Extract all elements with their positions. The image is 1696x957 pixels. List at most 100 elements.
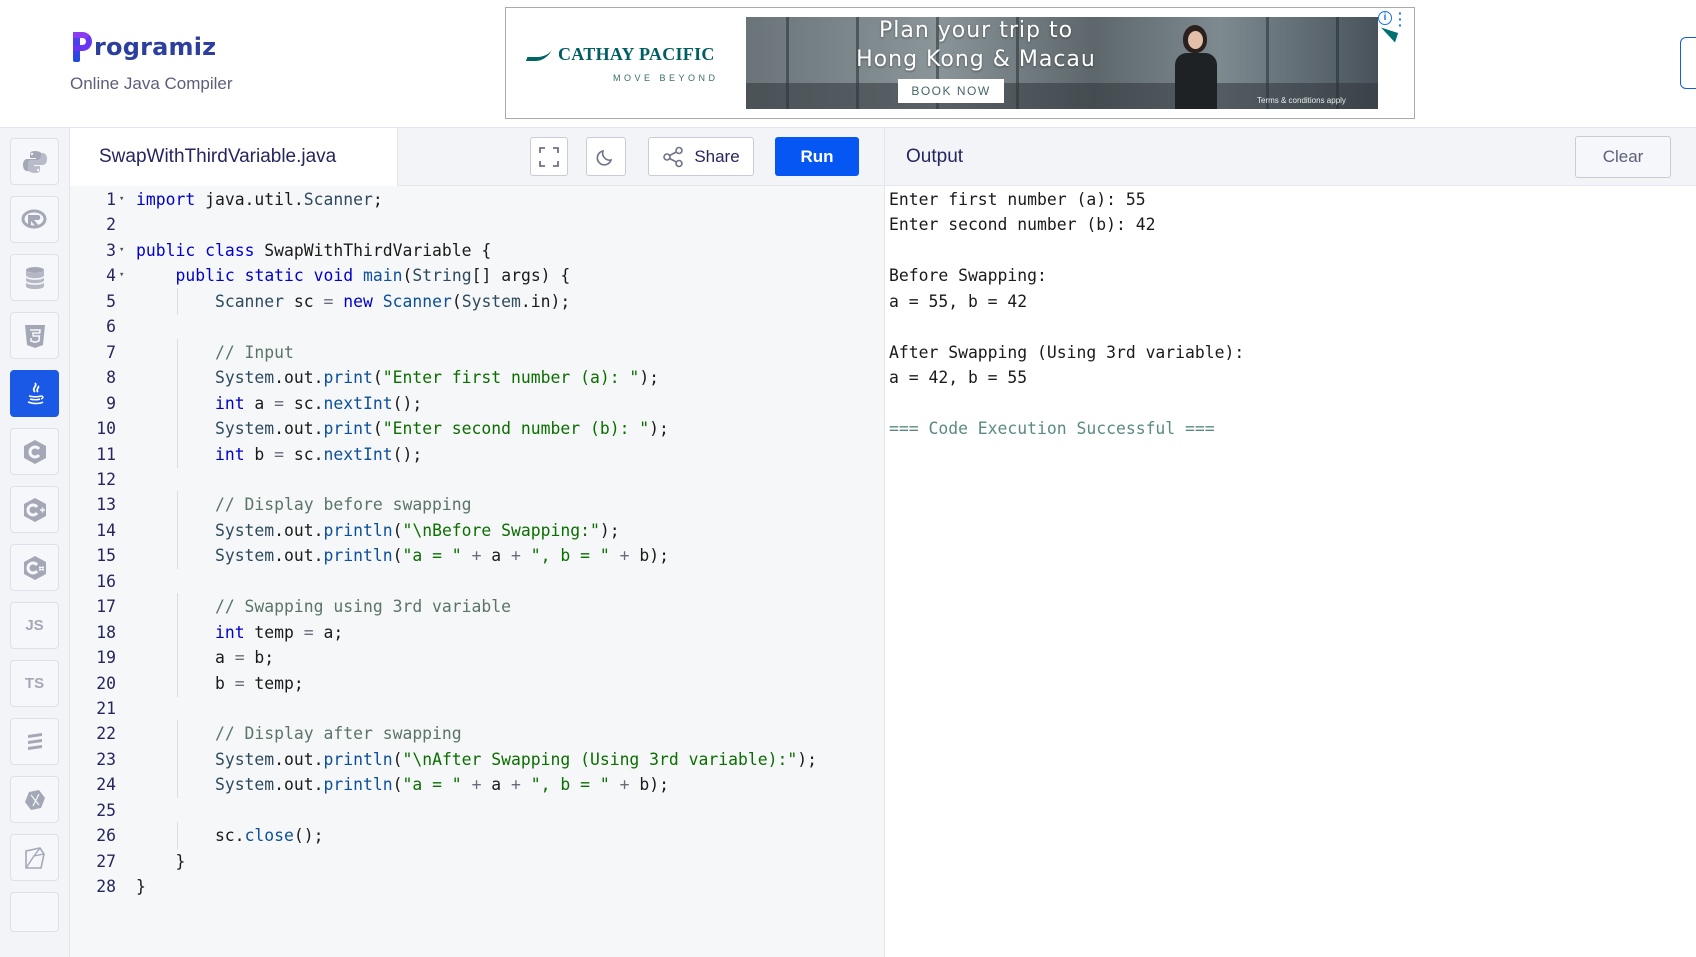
code-text: a = b; xyxy=(136,648,275,668)
line-number: 23 xyxy=(96,749,116,769)
code-line[interactable]: 20 b = temp; xyxy=(70,669,884,697)
clear-button[interactable]: Clear xyxy=(1575,136,1671,178)
code-line[interactable]: 14 System.out.println("\nBefore Swapping… xyxy=(70,516,884,544)
code-line[interactable]: 19 a = b; xyxy=(70,644,884,672)
code-text: int b = sc.nextInt(); xyxy=(214,444,423,464)
code-line[interactable]: 26 sc.close(); xyxy=(70,822,884,850)
output-console[interactable]: Enter first number (a): 55 Enter second n… xyxy=(884,186,1696,957)
output-line: Enter first number (a): 55 xyxy=(889,190,1146,209)
sidebar-item-java[interactable] xyxy=(10,370,59,417)
code-line[interactable]: 17 // Swapping using 3rd variable xyxy=(70,593,884,621)
fold-toggle-icon[interactable]: ▾ xyxy=(119,237,124,264)
ad-terms-text: Terms & conditions apply xyxy=(1257,96,1346,105)
code-line[interactable]: 3 ▾ public class SwapWithThirdVariable { xyxy=(70,237,884,264)
code-line[interactable]: 28} xyxy=(70,873,884,900)
sidebar-item-php[interactable] xyxy=(10,834,59,881)
ad-info-icon[interactable]: i xyxy=(1378,11,1392,25)
sidebar-item-html[interactable] xyxy=(10,312,59,359)
code-line[interactable]: 10 System.out.print("Enter second number… xyxy=(70,415,884,443)
code-line[interactable]: 16 xyxy=(70,568,884,595)
output-line: a = 55, b = 42 xyxy=(889,291,1028,311)
code-line[interactable]: 5 Scanner sc = new Scanner(System.in); xyxy=(70,287,884,315)
share-icon xyxy=(663,146,684,167)
moon-icon xyxy=(596,149,613,166)
output-line: Before Swapping: xyxy=(889,266,1047,286)
programiz-logo-icon xyxy=(71,28,93,62)
output-line: After Swapping (Using 3rd variable): xyxy=(889,342,1245,362)
code-line[interactable]: 27 } xyxy=(70,848,884,875)
fold-toggle-icon[interactable]: ▾ xyxy=(119,262,124,289)
code-editor[interactable]: 1 ▾ import java.util.Scanner; 2 3 ▾ public cla… xyxy=(70,186,884,957)
code-line[interactable]: 7 // Input xyxy=(70,338,884,366)
code-text: // Input xyxy=(214,342,294,362)
line-number: 7 xyxy=(106,342,116,362)
code-line[interactable]: 23 System.out.println("\nAfter Swapping … xyxy=(70,745,884,773)
code-line[interactable]: 6 xyxy=(70,313,884,340)
sidebar-item-c[interactable] xyxy=(10,428,59,475)
line-number: 8 xyxy=(106,368,116,388)
advertisement-banner[interactable]: CATHAY PACIFIC MOVE BEYOND Plan your tri… xyxy=(505,7,1415,119)
ad-menu-icon[interactable]: · · · xyxy=(1398,8,1404,32)
editor-toolbar: SwapWithThirdVariable.java Share Run xyxy=(70,128,884,186)
ts-icon: TS xyxy=(24,675,45,692)
sidebar-item-csharp[interactable] xyxy=(10,544,59,591)
header-edge-button[interactable] xyxy=(1680,37,1696,89)
code-line[interactable]: 24 System.out.println("a = " + a + ", b … xyxy=(70,771,884,799)
code-text: System.out.println("\nAfter Swapping (Us… xyxy=(214,749,817,769)
code-line[interactable]: 4 ▾ public static void main(String[] args… xyxy=(70,262,884,289)
top-header: rogramiz Online Java Compiler CATHAY PAC… xyxy=(0,0,1696,128)
code-line[interactable]: 15 System.out.println("a = " + a + ", b … xyxy=(70,542,884,570)
fullscreen-button[interactable] xyxy=(530,137,568,176)
file-tab[interactable]: SwapWithThirdVariable.java xyxy=(70,128,398,186)
code-line[interactable]: 11 int b = sc.nextInt(); xyxy=(70,440,884,468)
code-line[interactable]: 21 xyxy=(70,695,884,722)
code-line[interactable]: 9 int a = sc.nextInt(); xyxy=(70,389,884,417)
ad-book-now-button[interactable]: BOOK NOW xyxy=(898,79,1004,103)
sidebar-item-cpp[interactable] xyxy=(10,486,59,533)
code-text: int a = sc.nextInt(); xyxy=(214,393,423,413)
code-text: public static void main(String[] args) { xyxy=(175,266,571,286)
ad-brand-tagline: MOVE BEYOND xyxy=(613,73,719,83)
code-line[interactable]: 12 xyxy=(70,466,884,493)
code-line[interactable]: 1 ▾ import java.util.Scanner; xyxy=(70,186,884,213)
share-button[interactable]: Share xyxy=(648,137,754,176)
run-button[interactable]: Run xyxy=(775,137,859,176)
ad-close-arrow-icon[interactable] xyxy=(1377,27,1399,43)
programiz-logo[interactable]: rogramiz xyxy=(71,28,216,62)
sidebar-item-typescript[interactable]: TS xyxy=(10,660,59,707)
sidebar-item-r[interactable] xyxy=(10,196,59,243)
cpp-icon xyxy=(23,497,46,522)
sidebar-item-swift[interactable] xyxy=(10,718,59,765)
line-number: 17 xyxy=(96,597,116,617)
dark-mode-toggle[interactable] xyxy=(586,137,626,176)
code-line[interactable]: 25 xyxy=(70,797,884,824)
code-line[interactable]: 2 xyxy=(70,211,884,238)
code-text: System.out.print("Enter first number (a)… xyxy=(214,368,660,388)
language-sidebar: JS TS xyxy=(0,128,70,957)
line-number: 13 xyxy=(96,495,116,515)
code-text: System.out.println("a = " + a + ", b = "… xyxy=(214,546,669,566)
database-icon xyxy=(24,266,45,289)
ad-brand-name: CATHAY PACIFIC xyxy=(558,43,715,64)
line-number: 26 xyxy=(96,826,116,846)
line-number: 1 xyxy=(106,190,116,209)
sidebar-item-go[interactable] xyxy=(10,776,59,823)
ad-headline: Plan your trip to Hong Kong & Macau xyxy=(746,16,1206,74)
c-icon xyxy=(23,439,46,464)
cathay-brushwing-icon xyxy=(528,43,552,65)
share-label: Share xyxy=(694,146,740,166)
fold-toggle-icon[interactable]: ▾ xyxy=(119,186,124,213)
code-text: public class SwapWithThirdVariable { xyxy=(136,240,492,260)
php-icon xyxy=(24,846,45,869)
sidebar-item-more[interactable] xyxy=(10,892,59,932)
code-line[interactable]: 18 int temp = a; xyxy=(70,618,884,646)
code-line[interactable]: 8 System.out.print("Enter first number (… xyxy=(70,364,884,392)
sidebar-item-javascript[interactable]: JS xyxy=(10,602,59,649)
line-number: 12 xyxy=(96,469,116,489)
line-number: 22 xyxy=(96,724,116,744)
code-line[interactable]: 22 // Display after swapping xyxy=(70,720,884,748)
code-line[interactable]: 13 // Display before swapping xyxy=(70,491,884,519)
sidebar-item-python[interactable] xyxy=(10,138,59,185)
sidebar-item-sql[interactable] xyxy=(10,254,59,301)
execution-status: === Code Execution Successful === xyxy=(889,419,1215,439)
